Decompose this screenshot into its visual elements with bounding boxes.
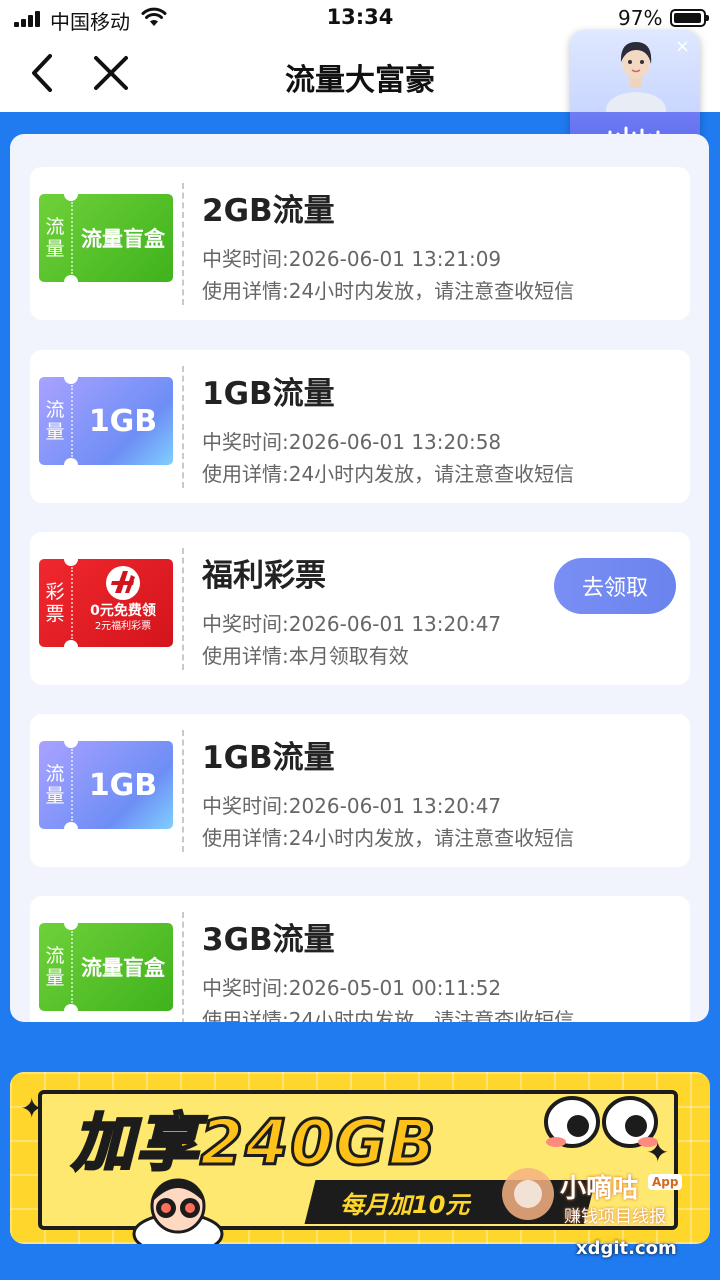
prize-time: 中奖时间:2026-05-01 00:11:52 bbox=[202, 976, 502, 1000]
prize-time: 中奖时间:2026-06-01 13:20:47 bbox=[202, 794, 502, 818]
ticket-side-label: 流量 bbox=[45, 763, 65, 807]
watermark-name: 小嘀咕 bbox=[560, 1174, 639, 1204]
prize-card: 彩票 0元免费领 2元福利彩票 福利彩票 中奖时间:2026-06-01 13:… bbox=[30, 532, 690, 685]
battery-icon bbox=[670, 9, 709, 27]
banner-headline: 加享240GB bbox=[71, 1105, 438, 1181]
ticket-side-label: 流量 bbox=[45, 399, 65, 443]
watermark-tagline: 赚钱项目线报 bbox=[564, 1207, 666, 1227]
cartoon-eyes-icon bbox=[544, 1096, 658, 1148]
flow-1gb-ticket: 流量 1GB bbox=[39, 741, 173, 829]
ticket-main-label: 1GB bbox=[88, 767, 158, 803]
prize-card: 流量 流量盲盒 3GB流量 中奖时间:2026-05-01 00:11:52 使… bbox=[30, 896, 690, 1022]
prize-card: 流量 1GB 1GB流量 中奖时间:2026-06-01 13:20:58 使用… bbox=[30, 350, 690, 503]
prize-title: 1GB流量 bbox=[202, 740, 335, 776]
lottery-ticket: 彩票 0元免费领 2元福利彩票 bbox=[39, 559, 173, 647]
assistant-avatar bbox=[606, 42, 666, 112]
prize-card: 流量 流量盲盒 2GB流量 中奖时间:2026-06-01 13:21:09 使… bbox=[30, 167, 690, 320]
prize-detail: 使用详情:24小时内发放，请注意查收短信 bbox=[202, 462, 575, 486]
prize-title: 福利彩票 bbox=[202, 558, 326, 594]
ticket-main-label: 1GB bbox=[88, 403, 158, 439]
prize-title: 1GB流量 bbox=[202, 376, 335, 412]
watermark: 小嘀咕 App 赚钱项目线报 xdgit.com bbox=[498, 1160, 712, 1270]
clock: 13:34 bbox=[326, 5, 394, 29]
prize-time: 中奖时间:2026-06-01 13:21:09 bbox=[202, 247, 502, 271]
ticket-line-2: 2元福利彩票 bbox=[94, 621, 152, 632]
welfare-lottery-logo-icon bbox=[106, 566, 140, 600]
ticket-main-label: 流量盲盒 bbox=[81, 956, 165, 980]
watermark-url: xdgit.com bbox=[576, 1238, 677, 1259]
ticket-side-label: 彩票 bbox=[45, 581, 65, 625]
prize-title: 3GB流量 bbox=[202, 922, 335, 958]
prize-detail: 使用详情:24小时内发放，请注意查收短信 bbox=[202, 826, 575, 850]
prize-time: 中奖时间:2026-06-01 13:20:58 bbox=[202, 430, 502, 454]
watermark-badge: App bbox=[648, 1174, 683, 1190]
flow-1gb-ticket: 流量 1GB bbox=[39, 377, 173, 465]
assistant-close-button[interactable]: × bbox=[675, 36, 690, 57]
binocular-kid-icon bbox=[132, 1178, 224, 1244]
prize-detail: 使用详情:24小时内发放，请注意查收短信 bbox=[202, 279, 575, 303]
prize-detail: 使用详情:24小时内发放，请注意查收短信 bbox=[202, 1008, 575, 1022]
ticket-line-1: 0元免费领 bbox=[90, 603, 156, 619]
prize-detail: 使用详情:本月领取有效 bbox=[202, 644, 409, 668]
watermark-logo-icon bbox=[502, 1168, 554, 1220]
prize-time: 中奖时间:2026-06-01 13:20:47 bbox=[202, 612, 502, 636]
prize-list[interactable]: 流量 流量盲盒 2GB流量 中奖时间:2026-06-01 13:21:09 使… bbox=[10, 134, 709, 1022]
prize-card: 流量 1GB 1GB流量 中奖时间:2026-06-01 13:20:47 使用… bbox=[30, 714, 690, 867]
ticket-side-label: 流量 bbox=[45, 945, 65, 989]
flow-blind-box-ticket: 流量 流量盲盒 bbox=[39, 923, 173, 1011]
prize-title: 2GB流量 bbox=[202, 193, 335, 229]
flow-blind-box-ticket: 流量 流量盲盒 bbox=[39, 194, 173, 282]
battery-percent: 97% bbox=[618, 6, 663, 30]
claim-button[interactable]: 去领取 bbox=[554, 558, 676, 614]
sparkle-icon: ✦ bbox=[20, 1092, 44, 1125]
ticket-side-label: 流量 bbox=[45, 216, 65, 260]
banner-subline: 每月加10元 bbox=[340, 1191, 470, 1219]
ticket-main-label: 流量盲盒 bbox=[81, 227, 165, 251]
